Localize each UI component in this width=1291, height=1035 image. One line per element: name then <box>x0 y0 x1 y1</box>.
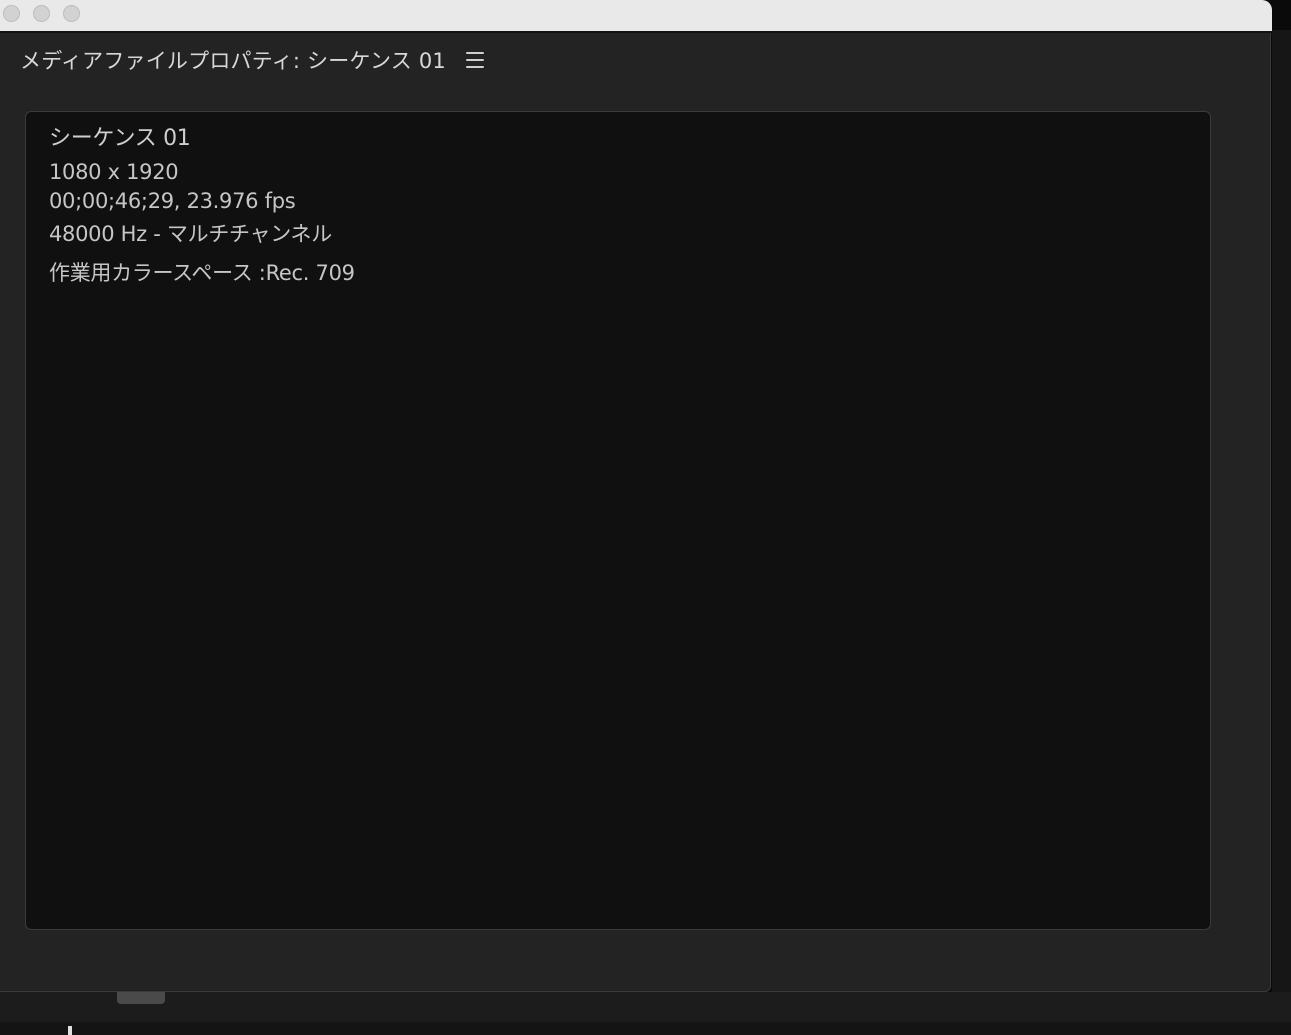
properties-panel: シーケンス 01 1080 x 1920 00;00;46;29, 23.976… <box>25 111 1211 930</box>
duration-fps-text: 00;00;46;29, 23.976 fps <box>49 189 296 213</box>
background-scroll-handle[interactable] <box>117 992 165 1004</box>
background-app-footer <box>0 1022 1291 1035</box>
close-icon[interactable] <box>3 5 20 22</box>
color-space-text: 作業用カラースペース :Rec. 709 <box>49 261 355 285</box>
panel-title: メディアファイルプロパティ: シーケンス 01 <box>20 49 446 73</box>
sequence-name: シーケンス 01 <box>49 126 191 151</box>
resolution-text: 1080 x 1920 <box>49 160 179 184</box>
screen: メディアファイルプロパティ: シーケンス 01 シーケンス 01 1080 x … <box>0 0 1291 1035</box>
background-marker <box>68 1026 72 1035</box>
zoom-icon[interactable] <box>63 5 80 22</box>
audio-format-text: 48000 Hz - マルチチャンネル <box>49 222 332 246</box>
panel-header: メディアファイルプロパティ: シーケンス 01 <box>20 43 484 77</box>
properties-window: メディアファイルプロパティ: シーケンス 01 シーケンス 01 1080 x … <box>0 33 1271 992</box>
window-titlebar[interactable] <box>0 0 1272 33</box>
minimize-icon[interactable] <box>33 5 50 22</box>
hamburger-menu-icon[interactable] <box>465 52 484 68</box>
background-app-bar <box>0 992 1291 1022</box>
background-window-edge <box>1272 30 1291 992</box>
